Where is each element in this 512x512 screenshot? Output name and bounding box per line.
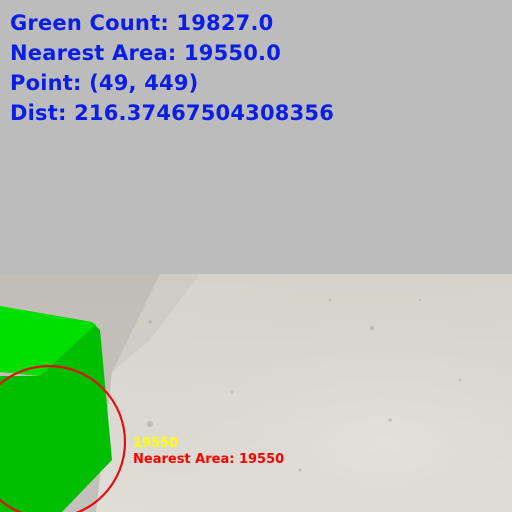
area-value-label: 19550 (133, 436, 179, 451)
point-text: Point: (49, 449) (10, 71, 199, 95)
nearest-area-label: Nearest Area: 19550 (133, 452, 285, 467)
green-count-text: Green Count: 19827.0 (10, 11, 274, 35)
distance-text: Dist: 216.37467504308356 (10, 101, 335, 125)
nearest-area-text: Nearest Area: 19550.0 (10, 41, 282, 65)
